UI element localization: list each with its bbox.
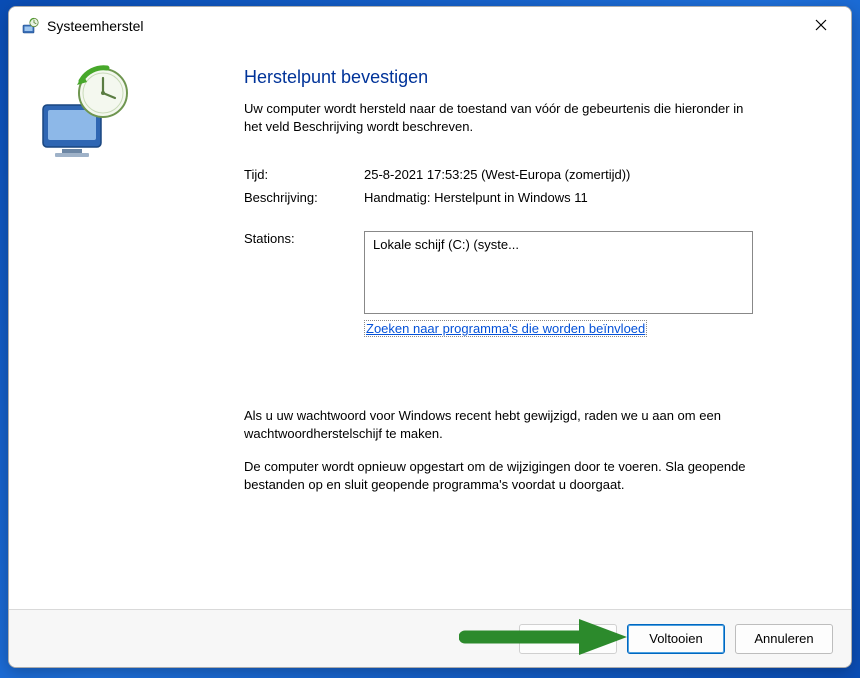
close-icon <box>815 18 827 34</box>
time-value: 25-8-2021 17:53:25 (West-Europa (zomerti… <box>364 167 630 182</box>
lower-text: Als u uw wachtwoord voor Windows recent … <box>244 407 807 493</box>
titlebar: Systeemherstel <box>9 7 851 45</box>
window-title: Systeemherstel <box>47 18 799 34</box>
station-item[interactable]: Lokale schijf (C:) (syste... <box>373 237 744 252</box>
page-subtext: Uw computer wordt hersteld naar de toest… <box>244 100 764 135</box>
system-restore-icon <box>21 17 39 35</box>
main-pane: Herstelpunt bevestigen Uw computer wordt… <box>244 45 851 609</box>
system-restore-window: Systeemherstel <box>8 6 852 668</box>
wizard-graphic <box>9 45 244 609</box>
content-area: Herstelpunt bevestigen Uw computer wordt… <box>9 45 851 609</box>
description-row: Beschrijving: Handmatig: Herstelpunt in … <box>244 190 807 205</box>
description-label: Beschrijving: <box>244 190 364 205</box>
time-label: Tijd: <box>244 167 364 182</box>
cancel-button[interactable]: Annuleren <box>735 624 833 654</box>
time-row: Tijd: 25-8-2021 17:53:25 (West-Europa (z… <box>244 167 807 182</box>
finish-button[interactable]: Voltooien <box>627 624 725 654</box>
wizard-footer: Voltooien Annuleren <box>9 609 851 667</box>
password-disk-note: Als u uw wachtwoord voor Windows recent … <box>244 407 764 442</box>
stations-listbox[interactable]: Lokale schijf (C:) (syste... <box>364 231 753 314</box>
close-button[interactable] <box>799 11 843 41</box>
stations-row: Stations: Lokale schijf (C:) (syste... <box>244 231 807 314</box>
restart-warning: De computer wordt opnieuw opgestart om d… <box>244 458 764 493</box>
stations-label: Stations: <box>244 231 364 246</box>
affected-programs-link[interactable]: Zoeken naar programma's die worden beïnv… <box>364 320 647 337</box>
description-value: Handmatig: Herstelpunt in Windows 11 <box>364 190 588 205</box>
page-heading: Herstelpunt bevestigen <box>244 67 807 88</box>
back-button[interactable] <box>519 624 617 654</box>
